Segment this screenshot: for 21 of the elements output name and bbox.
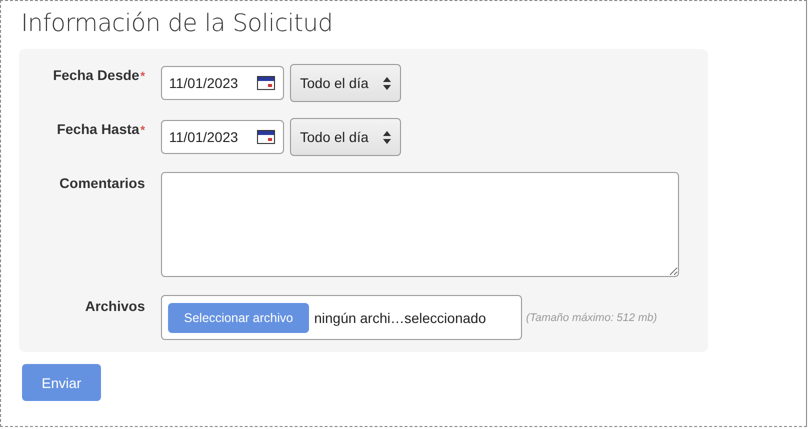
- period-select[interactable]: Todo el día: [290, 118, 401, 156]
- calendar-icon[interactable]: [257, 130, 275, 144]
- file-input[interactable]: Seleccionar archivo ningún archi…seleccionado: [161, 295, 522, 340]
- comments-field[interactable]: [161, 172, 679, 277]
- period-select[interactable]: Todo el día: [290, 64, 401, 102]
- date-value: 11/01/2023: [169, 129, 238, 145]
- field-label: Comentarios: [58, 174, 146, 193]
- section-title: Información de la Solicitud: [21, 9, 334, 37]
- up-down-arrows-icon: [383, 130, 391, 144]
- file-status: ningún archi…seleccionado: [314, 310, 486, 326]
- calendar-icon[interactable]: [257, 76, 275, 90]
- required-mark: *: [140, 69, 145, 83]
- date-value: 11/01/2023: [169, 75, 238, 91]
- required-mark: *: [140, 123, 145, 137]
- size-hint: (Tamaño máximo: 512 mb): [526, 312, 658, 324]
- date-field[interactable]: 11/01/2023: [161, 120, 284, 154]
- field-label: Archivos: [84, 297, 146, 316]
- field-label: Fecha Hasta*: [56, 120, 146, 139]
- date-field[interactable]: 11/01/2023: [161, 66, 284, 100]
- up-down-arrows-icon: [383, 76, 391, 90]
- field-label: Fecha Desde*: [52, 66, 146, 85]
